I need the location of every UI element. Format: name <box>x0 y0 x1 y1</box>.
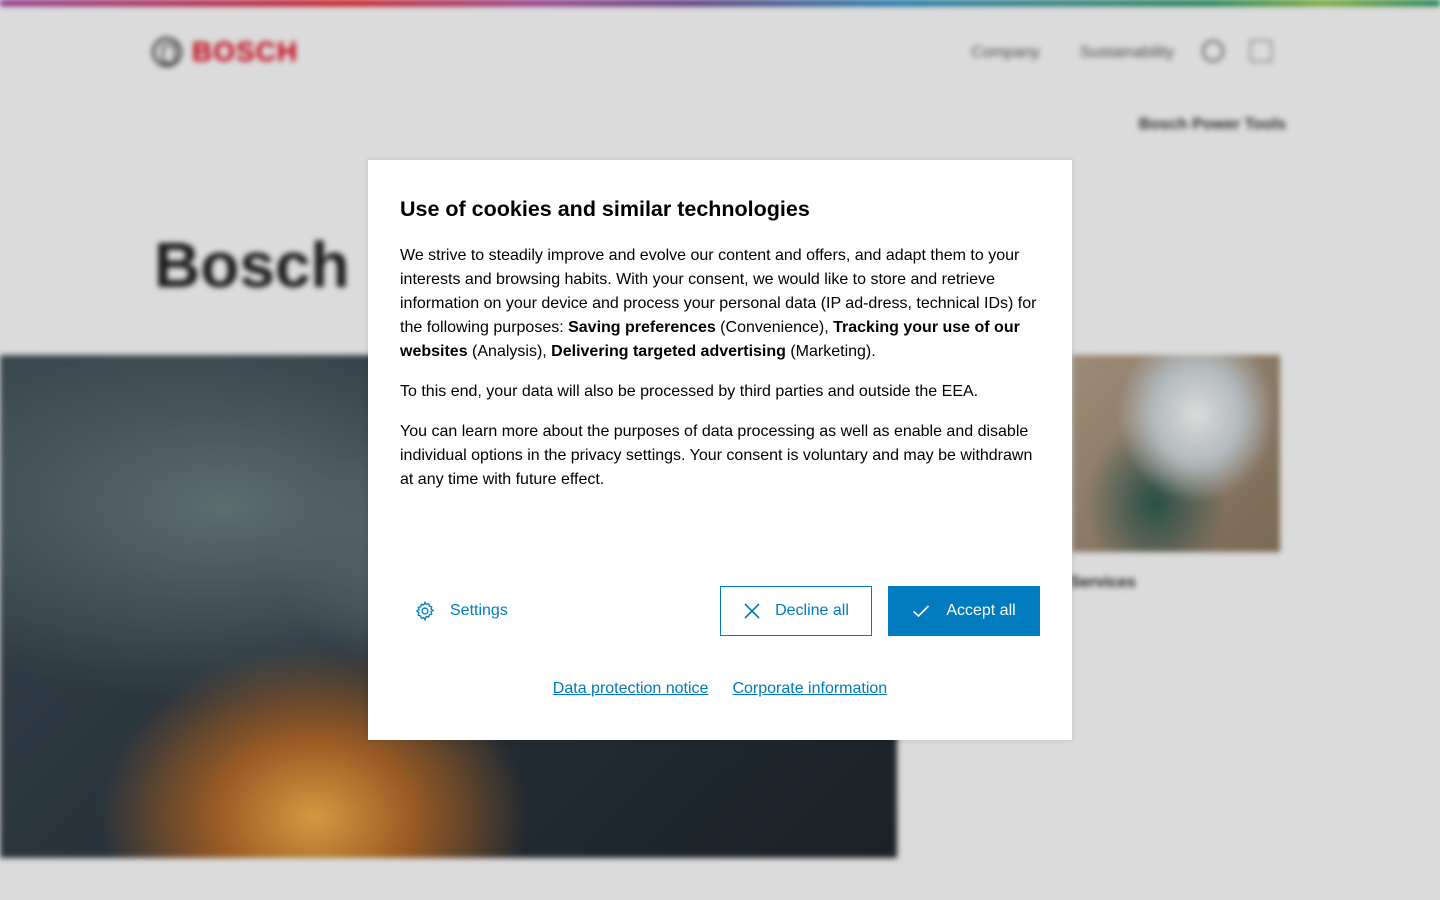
consent-paragraph-purposes: We strive to steadily improve and evolve… <box>400 244 1040 364</box>
decline-all-button[interactable]: Decline all <box>720 586 872 636</box>
purpose-saving-preferences: Saving preferences <box>568 319 716 336</box>
dialog-title: Use of cookies and similar technologies <box>400 197 810 221</box>
close-icon <box>744 603 760 619</box>
gear-icon <box>415 600 435 622</box>
decline-all-label: Decline all <box>775 602 849 619</box>
dialog-footer-links: Data protection notice Corporate informa… <box>368 680 1072 698</box>
cookie-consent-dialog: Use of cookies and similar technologies … <box>368 160 1072 740</box>
settings-button[interactable]: Settings <box>400 586 508 636</box>
consent-paragraph-settings: You can learn more about the purposes of… <box>400 423 1033 488</box>
accept-all-label: Accept all <box>946 602 1016 619</box>
consent-paragraph-third-parties: To this end, your data will also be proc… <box>400 383 979 400</box>
purposes-text-marketing: (Marketing). <box>785 343 876 360</box>
purposes-text-convenience: (Convenience), <box>715 319 834 336</box>
settings-label: Settings <box>450 602 508 619</box>
accept-all-button[interactable]: Accept all <box>888 586 1040 636</box>
page: BOSCH Company Sustainability Bosch Power… <box>0 0 1440 900</box>
purpose-advertising: Delivering targeted advertising <box>551 343 786 360</box>
purposes-text-analysis: (Analysis), <box>467 343 552 360</box>
dialog-actions: Settings Decline all Accept all <box>400 586 1040 636</box>
corporate-information-link[interactable]: Corporate information <box>732 680 887 698</box>
checkmark-icon <box>913 605 930 618</box>
data-protection-notice-link[interactable]: Data protection notice <box>553 680 709 698</box>
